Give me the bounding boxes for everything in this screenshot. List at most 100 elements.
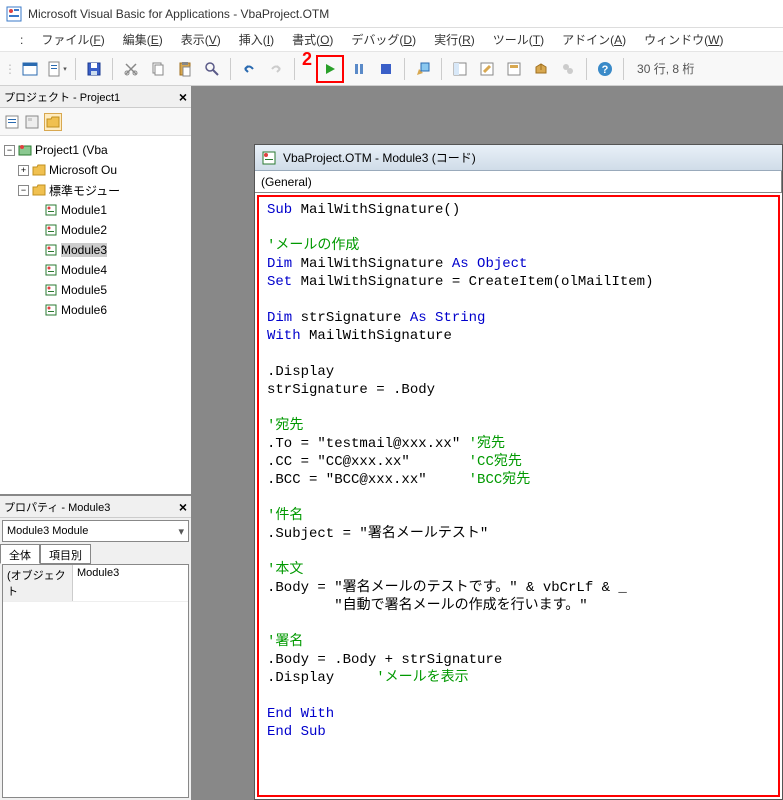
tree-label: Module6	[61, 303, 107, 317]
tree-module-module3[interactable]: Module3	[4, 240, 187, 260]
design-mode-button[interactable]	[411, 57, 435, 81]
save-button[interactable]	[82, 57, 106, 81]
object-browser-button[interactable]	[502, 57, 526, 81]
properties-button[interactable]	[475, 57, 499, 81]
tab-order-button[interactable]	[556, 57, 580, 81]
copy-button[interactable]	[146, 57, 170, 81]
properties-close-icon[interactable]: ×	[179, 499, 187, 515]
module-icon	[43, 302, 59, 318]
expander-icon[interactable]: −	[4, 145, 15, 156]
menu-w[interactable]: ウィンドウ(W)	[636, 29, 731, 50]
workspace: プロジェクト - Project1 × − Project1 (Vba + Mi…	[0, 86, 783, 800]
tree-label: 標準モジュー	[49, 182, 120, 199]
view-code-button[interactable]	[4, 114, 20, 130]
menu-d[interactable]: デバッグ(D)	[343, 29, 424, 50]
tab-all[interactable]: 全体	[0, 544, 40, 564]
menu-e[interactable]: 編集(E)	[115, 29, 171, 50]
help-button[interactable]: ?	[593, 57, 617, 81]
module-icon	[261, 150, 277, 166]
tree-label: Module3	[61, 243, 107, 257]
menu-r[interactable]: 実行(R)	[426, 29, 483, 50]
menu-leader: :	[8, 31, 31, 49]
menu-i[interactable]: 挿入(I)	[231, 29, 282, 50]
properties-title-text: プロパティ - Module3	[4, 499, 110, 515]
toolbar-grip: ⋮	[4, 62, 16, 76]
properties-grid[interactable]: (オブジェクト Module3	[2, 564, 189, 798]
undo-button[interactable]	[237, 57, 261, 81]
toolbar: ⋮ ▾ 2 ? 30 行, 8 桁	[0, 52, 783, 86]
code-text[interactable]: Sub MailWithSignature() 'メールの作成 Dim Mail…	[259, 197, 778, 745]
tree-module-module6[interactable]: Module6	[4, 300, 187, 320]
property-row[interactable]: (オブジェクト Module3	[3, 565, 188, 602]
titlebar: Microsoft Visual Basic for Applications …	[0, 0, 783, 28]
menu-o[interactable]: 書式(O)	[284, 29, 341, 50]
code-window: VbaProject.OTM - Module3 (コード) (General)…	[254, 144, 783, 800]
dropdown-text: (General)	[261, 175, 312, 189]
toggle-folders-button[interactable]	[44, 113, 62, 131]
properties-tabs: 全体 項目別	[0, 544, 191, 564]
properties-pane-title: プロパティ - Module3 ×	[0, 496, 191, 518]
project-pane-title: プロジェクト - Project1 ×	[0, 86, 191, 108]
expander-icon[interactable]: −	[18, 185, 29, 196]
expander-icon[interactable]: +	[18, 165, 29, 176]
prop-name: (オブジェクト	[3, 565, 73, 601]
menu-f[interactable]: ファイル(F)	[33, 29, 112, 50]
module-icon	[43, 222, 59, 238]
properties-panel: プロパティ - Module3 × Module3 Module 全体 項目別 …	[0, 496, 191, 800]
project-explorer-button[interactable]	[448, 57, 472, 81]
module-icon	[43, 282, 59, 298]
menu-a[interactable]: アドイン(A)	[554, 29, 634, 50]
menu-t[interactable]: ツール(T)	[485, 29, 552, 50]
svg-text:?: ?	[602, 64, 609, 76]
tree-ms-outlook[interactable]: + Microsoft Ou	[4, 160, 187, 180]
reset-button[interactable]	[374, 57, 398, 81]
tree-module-module5[interactable]: Module5	[4, 280, 187, 300]
module-icon	[43, 202, 59, 218]
insert-module-button[interactable]: ▾	[45, 57, 69, 81]
project-icon	[17, 142, 33, 158]
tree-project-root[interactable]: − Project1 (Vba	[4, 140, 187, 160]
tree-label: Module5	[61, 283, 107, 297]
window-title: Microsoft Visual Basic for Applications …	[28, 7, 329, 21]
properties-object-dropdown[interactable]: Module3 Module	[2, 520, 189, 542]
code-editor[interactable]: 1 Sub MailWithSignature() 'メールの作成 Dim Ma…	[257, 195, 780, 797]
vba-app-icon	[6, 6, 22, 22]
view-object-button[interactable]	[24, 114, 40, 130]
view-outlook-button[interactable]	[18, 57, 42, 81]
folder-icon	[31, 182, 47, 198]
code-window-titlebar[interactable]: VbaProject.OTM - Module3 (コード)	[255, 145, 782, 171]
project-pane-close-icon[interactable]: ×	[179, 89, 187, 105]
tree-label: Module2	[61, 223, 107, 237]
toolbox-button[interactable]	[529, 57, 553, 81]
tree-label: Module4	[61, 263, 107, 277]
tree-label: Module1	[61, 203, 107, 217]
marker-2-label: 2	[302, 49, 312, 70]
paste-button[interactable]	[173, 57, 197, 81]
cut-button[interactable]	[119, 57, 143, 81]
cursor-position: 30 行, 8 桁	[637, 60, 694, 77]
code-window-title: VbaProject.OTM - Module3 (コード)	[283, 149, 476, 166]
mdi-area: VbaProject.OTM - Module3 (コード) (General)…	[192, 86, 783, 800]
project-pane-title-text: プロジェクト - Project1	[4, 89, 120, 105]
find-button[interactable]	[200, 57, 224, 81]
module-icon	[43, 262, 59, 278]
tab-categorized[interactable]: 項目別	[40, 544, 91, 564]
tree-std-modules[interactable]: − 標準モジュー	[4, 180, 187, 200]
prop-value[interactable]: Module3	[73, 565, 188, 601]
left-panels: プロジェクト - Project1 × − Project1 (Vba + Mi…	[0, 86, 192, 800]
run-button[interactable]	[316, 55, 344, 83]
tree-module-module1[interactable]: Module1	[4, 200, 187, 220]
module-icon	[43, 242, 59, 258]
code-dropdown-bar: (General)	[255, 171, 782, 193]
tree-label: Microsoft Ou	[49, 163, 117, 177]
redo-button[interactable]	[264, 57, 288, 81]
menubar: : ファイル(F)編集(E)表示(V)挿入(I)書式(O)デバッグ(D)実行(R…	[0, 28, 783, 52]
object-dropdown[interactable]: (General)	[255, 171, 782, 192]
tree-module-module4[interactable]: Module4	[4, 260, 187, 280]
project-tree[interactable]: − Project1 (Vba + Microsoft Ou − 標準モジュー …	[0, 136, 191, 496]
break-button[interactable]	[347, 57, 371, 81]
menu-v[interactable]: 表示(V)	[173, 29, 229, 50]
folder-icon	[31, 162, 47, 178]
tree-module-module2[interactable]: Module2	[4, 220, 187, 240]
dropdown-value: Module3 Module	[7, 525, 88, 537]
